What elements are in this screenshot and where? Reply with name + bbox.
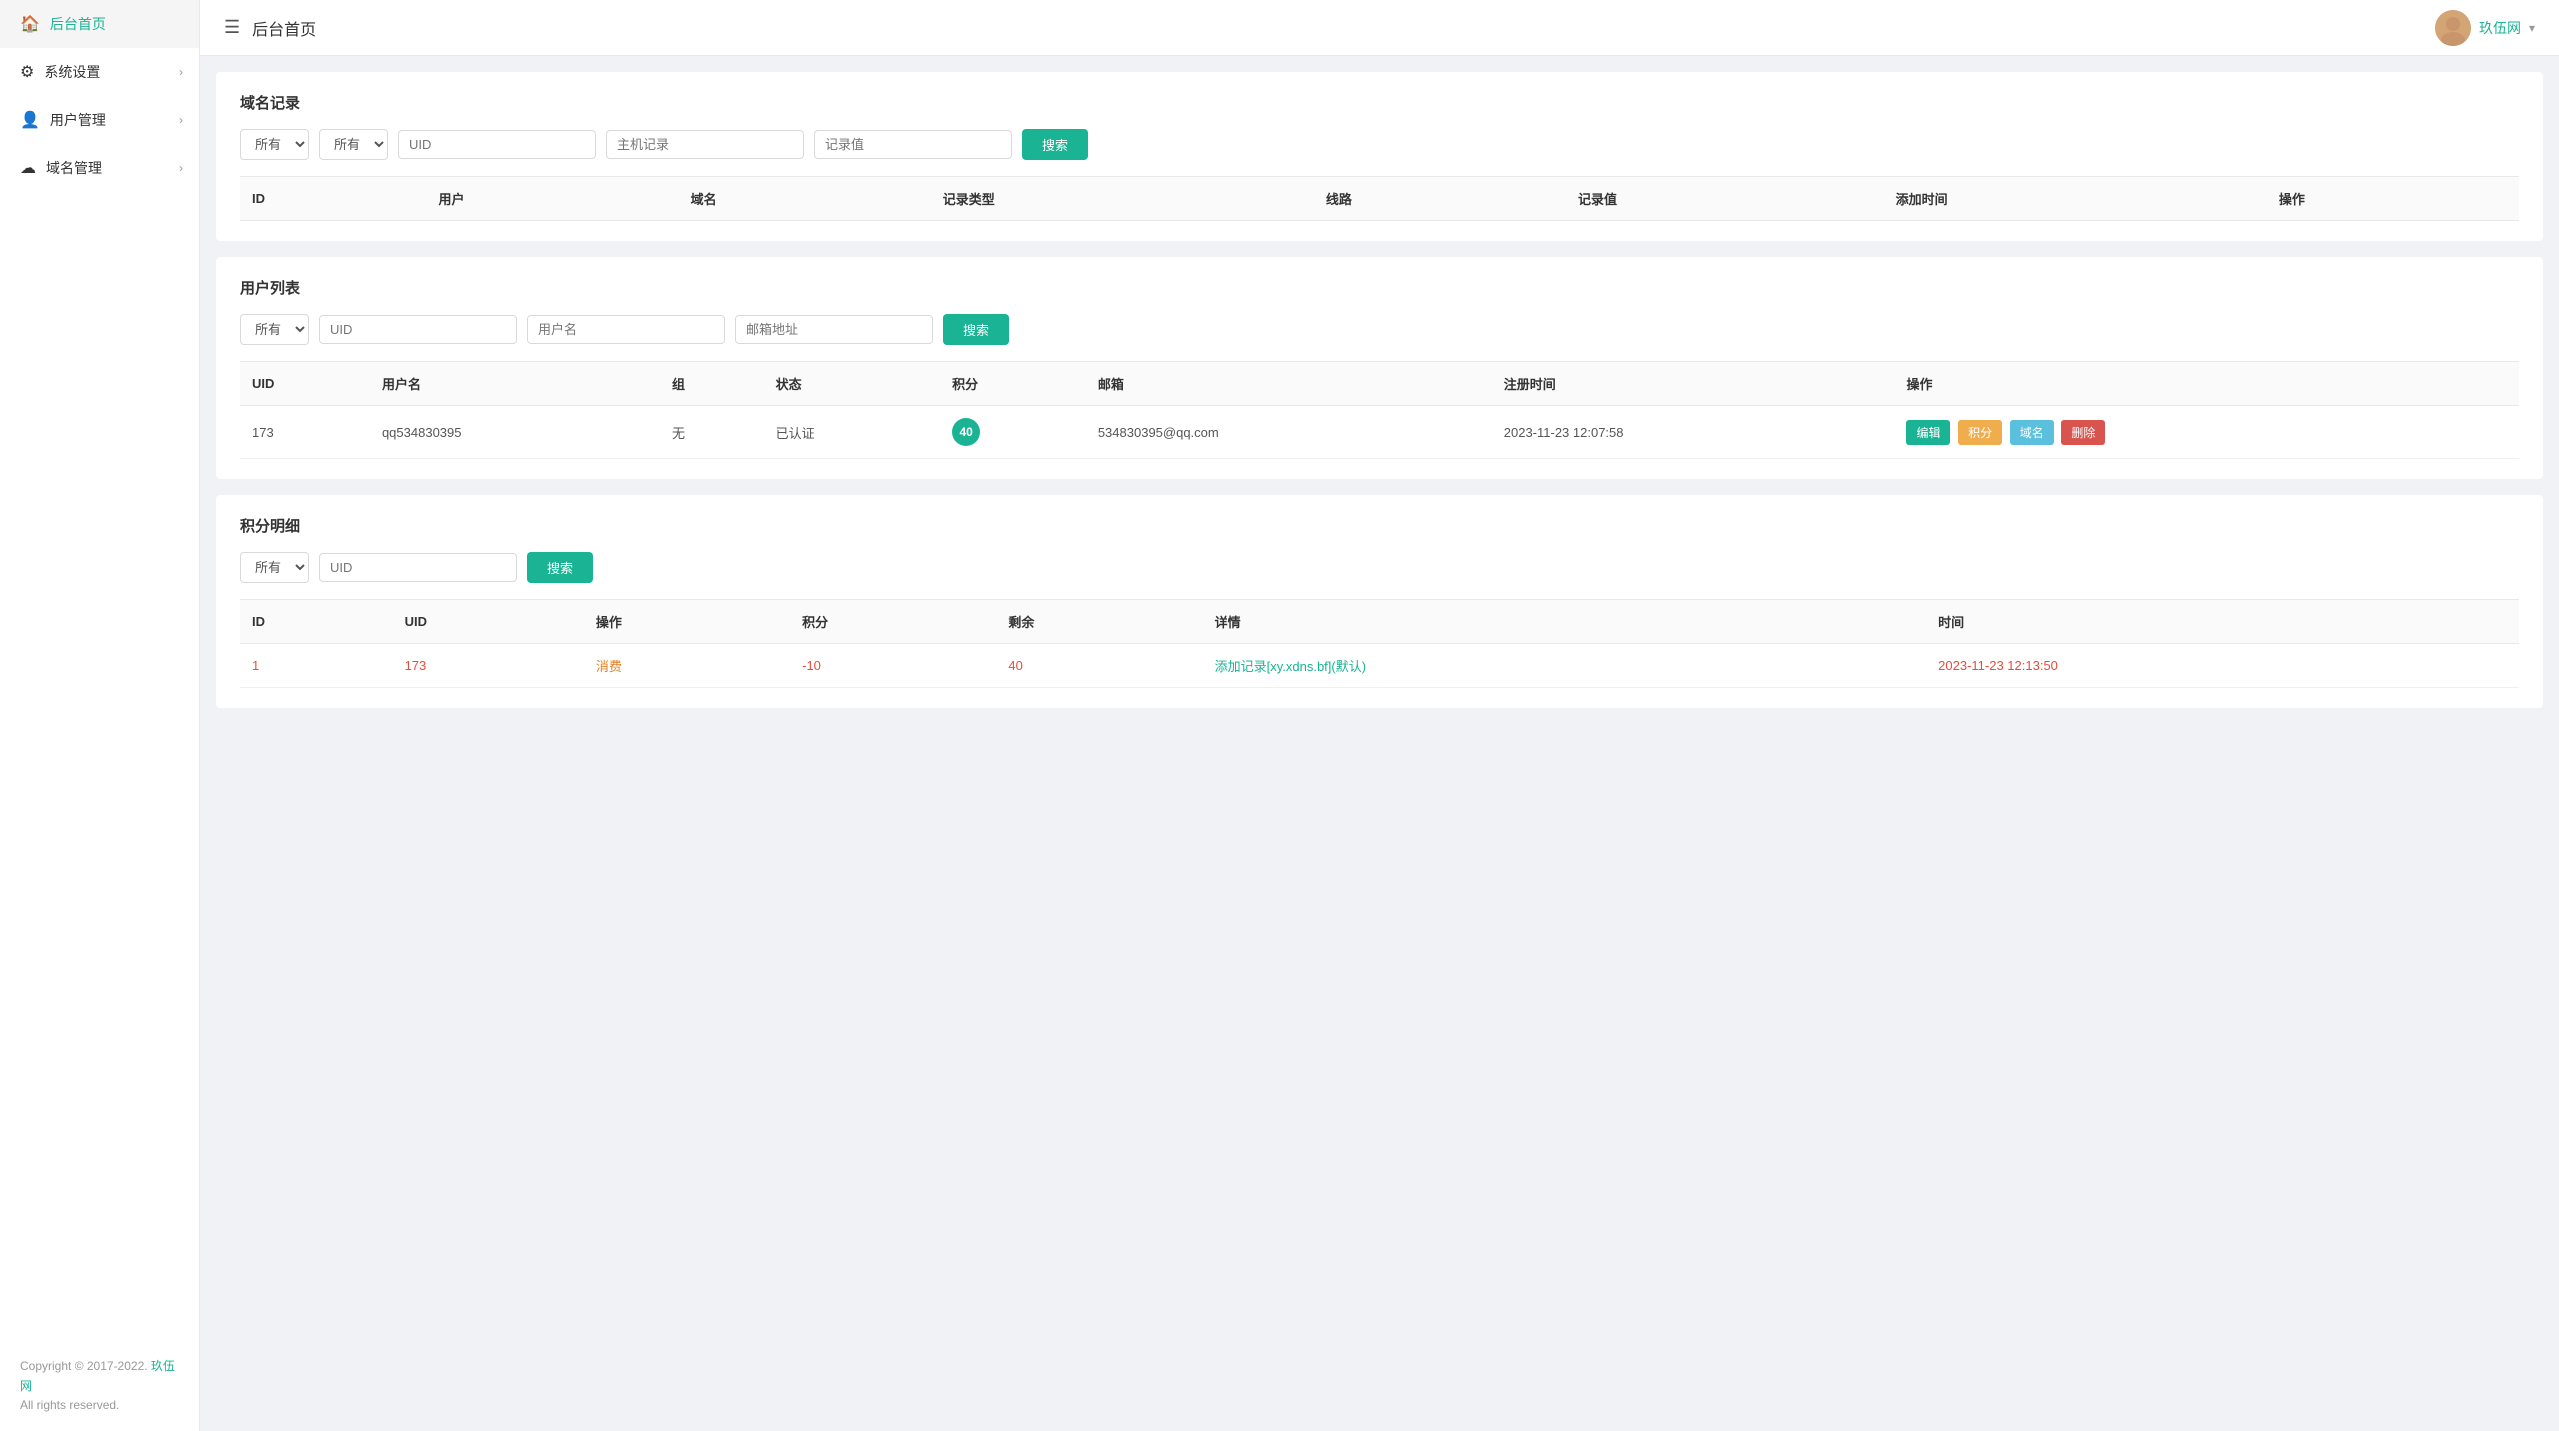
user-username-input[interactable]: [527, 315, 725, 344]
table-row: 1 173 消费 -10 40 添加记录[xy.xdns.bf](默认) 202…: [240, 644, 2519, 688]
col-group: 组: [660, 362, 764, 406]
col-user: 用户: [427, 177, 679, 221]
rights-text: All rights reserved.: [20, 1398, 119, 1412]
table-row: 173 qq534830395 无 已认证 40 534830395@qq.co…: [240, 406, 2519, 459]
dropdown-icon[interactable]: ▾: [2529, 21, 2535, 35]
domain-value-input[interactable]: [814, 130, 1012, 159]
user-search-button[interactable]: 搜索: [943, 314, 1009, 345]
col-remaining: 剩余: [996, 600, 1202, 644]
user-uid-input[interactable]: [319, 315, 517, 344]
domain-records-filters: 所有 所有 搜索: [240, 129, 2519, 160]
cell-actions: 编辑 积分 域名 删除: [1894, 406, 2519, 459]
cell-reg-time: 2023-11-23 12:07:58: [1492, 406, 1895, 459]
domain-button[interactable]: 域名: [2010, 420, 2054, 445]
domain-uid-input[interactable]: [398, 130, 596, 159]
domain-records-panel: 域名记录 所有 所有 搜索 ID 用户 域名: [216, 72, 2543, 241]
cell-time: 2023-11-23 12:13:50: [1926, 644, 2519, 688]
cell-uid: 173: [393, 644, 584, 688]
chevron-right-icon: ›: [179, 65, 183, 79]
chevron-right-icon: ›: [179, 113, 183, 127]
points-detail-title: 积分明细: [240, 515, 2519, 536]
cell-points: 40: [940, 406, 1086, 459]
domain-search-button[interactable]: 搜索: [1022, 129, 1088, 160]
settings-icon: ⚙: [20, 62, 34, 82]
domain-records-table: ID 用户 域名 记录类型 线路 记录值 添加时间 操作: [240, 176, 2519, 221]
col-reg-time: 注册时间: [1492, 362, 1895, 406]
domain-filter-select2[interactable]: 所有: [319, 129, 388, 160]
cell-detail: 添加记录[xy.xdns.bf](默认): [1203, 644, 1927, 688]
sidebar-item-users[interactable]: 👤 用户管理 ›: [0, 96, 199, 144]
col-uid: UID: [393, 600, 584, 644]
cell-group: 无: [660, 406, 764, 459]
col-record-value: 记录值: [1566, 177, 1884, 221]
sidebar-item-label: 系统设置: [44, 62, 100, 82]
points-filter-select[interactable]: 所有: [240, 552, 309, 583]
col-time: 时间: [1926, 600, 2519, 644]
col-action: 操作: [1894, 362, 2519, 406]
domain-icon: ☁: [20, 158, 36, 178]
col-points: 积分: [790, 600, 996, 644]
col-add-time: 添加时间: [1884, 177, 2267, 221]
user-list-panel: 用户列表 所有 搜索 UID 用户名 组 状态 积分: [216, 257, 2543, 479]
points-uid-input[interactable]: [319, 553, 517, 582]
cell-status: 已认证: [764, 406, 941, 459]
col-id: ID: [240, 600, 393, 644]
col-record-type: 记录类型: [931, 177, 1314, 221]
user-list-table: UID 用户名 组 状态 积分 邮箱 注册时间 操作 173 qq5348303…: [240, 361, 2519, 459]
cell-email: 534830395@qq.com: [1086, 406, 1492, 459]
cell-remaining: 40: [996, 644, 1202, 688]
sidebar: 🏠 后台首页 ⚙ 系统设置 › 👤 用户管理 › ☁ 域名管理 › Copyri…: [0, 0, 200, 1431]
chevron-right-icon: ›: [179, 161, 183, 175]
avatar: [2435, 10, 2471, 46]
cell-id: 1: [240, 644, 393, 688]
sidebar-item-label: 后台首页: [50, 14, 106, 34]
col-id: ID: [240, 177, 427, 221]
points-search-button[interactable]: 搜索: [527, 552, 593, 583]
delete-button[interactable]: 删除: [2061, 420, 2105, 445]
col-detail: 详情: [1203, 600, 1927, 644]
col-status: 状态: [764, 362, 941, 406]
content-area: 域名记录 所有 所有 搜索 ID 用户 域名: [200, 56, 2559, 1431]
sidebar-item-home[interactable]: 🏠 后台首页: [0, 0, 199, 48]
cell-operation: 消费: [584, 644, 790, 688]
domain-host-input[interactable]: [606, 130, 804, 159]
points-detail-filters: 所有 搜索: [240, 552, 2519, 583]
col-action: 操作: [2267, 177, 2519, 221]
col-line: 线路: [1314, 177, 1566, 221]
col-username: 用户名: [370, 362, 660, 406]
sidebar-item-label: 域名管理: [46, 158, 102, 178]
menu-icon[interactable]: ☰: [224, 17, 240, 38]
topbar-right: 玖伍网 ▾: [2435, 10, 2535, 46]
topbar-left: ☰ 后台首页: [224, 16, 316, 40]
user-list-title: 用户列表: [240, 277, 2519, 298]
domain-records-title: 域名记录: [240, 92, 2519, 113]
user-list-filters: 所有 搜索: [240, 314, 2519, 345]
points-detail-panel: 积分明细 所有 搜索 ID UID 操作 积分 剩余 详情: [216, 495, 2543, 708]
col-uid: UID: [240, 362, 370, 406]
topbar: ☰ 后台首页 玖伍网 ▾: [200, 0, 2559, 56]
col-points: 积分: [940, 362, 1086, 406]
page-title: 后台首页: [252, 16, 316, 40]
points-button[interactable]: 积分: [1958, 420, 2002, 445]
user-icon: 👤: [20, 110, 40, 130]
main-wrapper: ☰ 后台首页 玖伍网 ▾ 域名记录 所有: [200, 0, 2559, 1431]
col-operation: 操作: [584, 600, 790, 644]
sidebar-item-domains[interactable]: ☁ 域名管理 ›: [0, 144, 199, 192]
cell-username: qq534830395: [370, 406, 660, 459]
sidebar-item-label: 用户管理: [50, 110, 106, 130]
sidebar-footer: Copyright © 2017-2022. 玖伍网 All rights re…: [0, 1341, 199, 1431]
cell-uid: 173: [240, 406, 370, 459]
user-email-input[interactable]: [735, 315, 933, 344]
points-detail-table: ID UID 操作 积分 剩余 详情 时间 1 173 消费 -10 40 添加…: [240, 599, 2519, 688]
username-label[interactable]: 玖伍网: [2479, 18, 2521, 38]
home-icon: 🏠: [20, 14, 40, 34]
user-filter-select[interactable]: 所有: [240, 314, 309, 345]
sidebar-item-settings[interactable]: ⚙ 系统设置 ›: [0, 48, 199, 96]
cell-points: -10: [790, 644, 996, 688]
domain-filter-select1[interactable]: 所有: [240, 129, 309, 160]
edit-button[interactable]: 编辑: [1906, 420, 1950, 445]
col-domain: 域名: [679, 177, 931, 221]
copyright-text: Copyright © 2017-2022.: [20, 1359, 151, 1373]
col-email: 邮箱: [1086, 362, 1492, 406]
